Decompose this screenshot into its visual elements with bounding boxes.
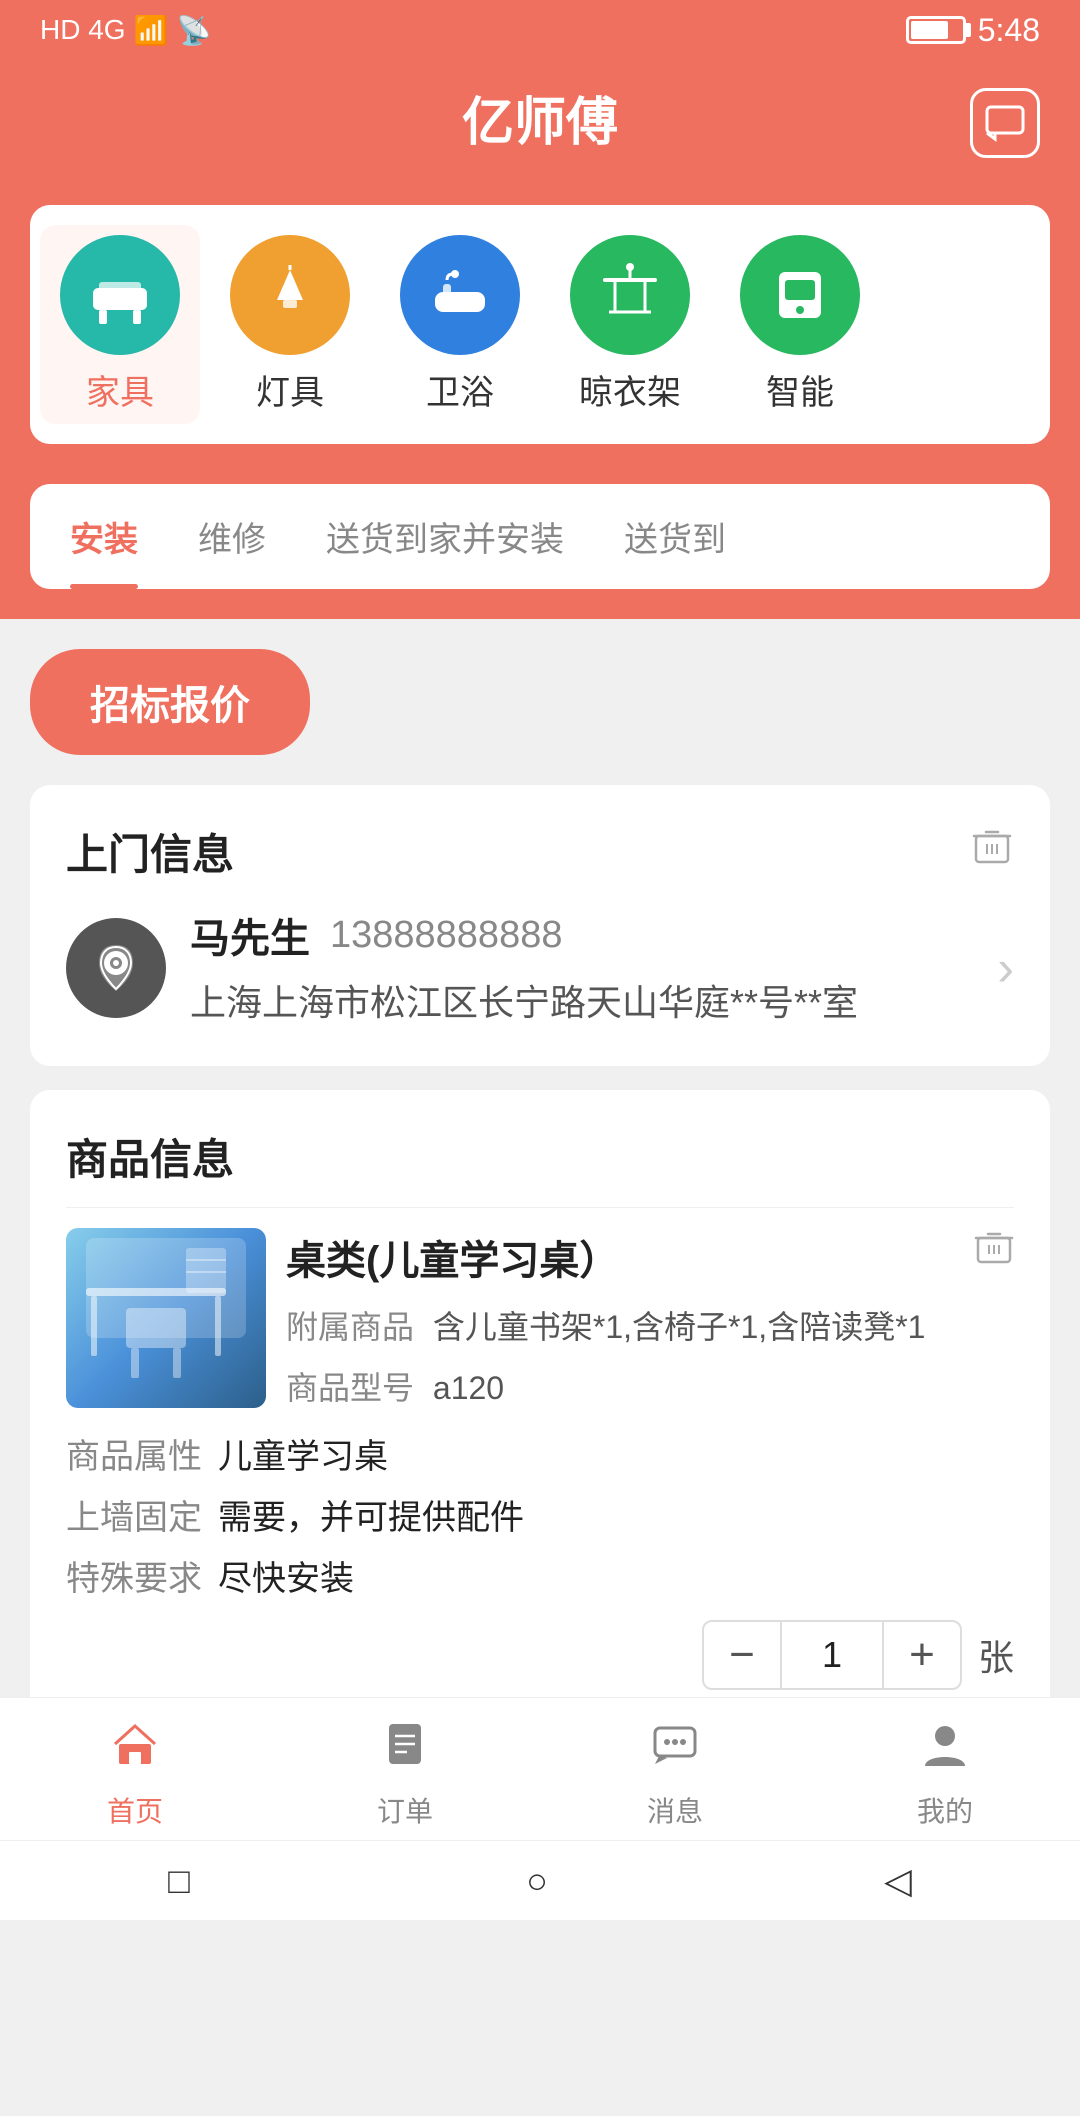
signal-icon: 📶	[134, 14, 169, 47]
product-item: 桌类(儿童学习桌）	[66, 1228, 1014, 1690]
address-phone: 13888888888	[330, 914, 562, 957]
category-scroll: 家具 灯具 卫浴	[30, 205, 1050, 444]
messages-nav-icon	[649, 1718, 701, 1782]
furniture-icon	[60, 235, 180, 355]
lighting-label: 灯具	[256, 365, 324, 414]
product-section-title: 商品信息	[66, 1126, 234, 1187]
service-tabs-section: 安装 维修 送货到家并安装 送货到	[0, 484, 1080, 619]
tabs-container: 安装 维修 送货到家并安装 送货到	[30, 484, 1050, 589]
status-right: 5:48	[906, 12, 1040, 49]
attribute-label: 商品属性	[66, 1429, 202, 1478]
app-header: 亿师傅	[0, 60, 1080, 185]
nav-back-button[interactable]: ◁	[884, 1860, 912, 1902]
address-row: 马先生 13888888888 上海上海市松江区长宁路天山华庭**号**室 ›	[66, 906, 1014, 1030]
lighting-icon	[230, 235, 350, 355]
quantity-increase-button[interactable]: +	[882, 1620, 962, 1690]
category-section: 家具 灯具 卫浴	[0, 185, 1080, 484]
drying-icon	[570, 235, 690, 355]
accessory-value: 含儿童书架*1,含椅子*1,含陪读凳*1	[433, 1309, 926, 1345]
orders-nav-label: 订单	[377, 1790, 433, 1830]
profile-nav-icon	[919, 1718, 971, 1782]
specialreq-value: 尽快安装	[218, 1551, 354, 1600]
address-arrow-icon[interactable]: ›	[997, 939, 1014, 997]
attr-row-attribute: 商品属性 儿童学习桌	[66, 1429, 1014, 1478]
bid-button[interactable]: 招标报价	[30, 649, 310, 755]
wifi-icon: 📡	[176, 14, 211, 47]
quantity-unit: 张	[978, 1629, 1014, 1681]
home-nav-icon	[109, 1718, 161, 1782]
address-card: 上门信息	[30, 785, 1050, 1066]
attribute-value: 儿童学习桌	[218, 1429, 388, 1478]
specialreq-label: 特殊要求	[66, 1551, 202, 1600]
tab-deliver-install[interactable]: 送货到家并安装	[296, 484, 594, 589]
tab-install[interactable]: 安装	[40, 484, 168, 589]
location-icon	[66, 918, 166, 1018]
product-name: 桌类(儿童学习桌）	[286, 1228, 619, 1286]
bathroom-icon	[400, 235, 520, 355]
quantity-decrease-button[interactable]: −	[702, 1620, 782, 1690]
product-delete-icon[interactable]	[974, 1228, 1014, 1279]
address-name: 马先生	[190, 906, 310, 964]
smart-icon	[740, 235, 860, 355]
furniture-label: 家具	[86, 365, 154, 414]
category-item-smart[interactable]: 智能	[720, 225, 880, 424]
model-label: 商品型号	[286, 1370, 414, 1406]
nav-item-messages[interactable]: 消息	[540, 1718, 810, 1830]
network-indicator: HD 4G	[40, 14, 126, 46]
address-info: 马先生 13888888888 上海上海市松江区长宁路天山华庭**号**室	[190, 906, 963, 1030]
nav-square-button[interactable]: □	[168, 1860, 190, 1902]
address-card-header: 上门信息	[66, 821, 1014, 882]
product-accessory: 附属商品 含儿童书架*1,含椅子*1,含陪读凳*1	[286, 1302, 1014, 1353]
product-model: 商品型号 a120	[286, 1363, 1014, 1409]
message-button[interactable]	[970, 88, 1040, 158]
attr-row-wallfixed: 上墙固定 需要，并可提供配件	[66, 1490, 1014, 1539]
product-row: 桌类(儿童学习桌）	[66, 1228, 1014, 1409]
status-bar: HD 4G 📶 📡 5:48	[0, 0, 1080, 60]
battery-icon	[906, 16, 966, 44]
accessory-label: 附属商品	[286, 1309, 414, 1345]
time-display: 5:48	[978, 12, 1040, 49]
category-item-bathroom[interactable]: 卫浴	[380, 225, 540, 424]
bathroom-label: 卫浴	[426, 365, 494, 414]
address-section-title: 上门信息	[66, 821, 234, 882]
product-attributes: 商品属性 儿童学习桌 上墙固定 需要，并可提供配件 特殊要求 尽快安装	[66, 1429, 1014, 1600]
tab-repair[interactable]: 维修	[168, 484, 296, 589]
quantity-display: 1	[782, 1620, 882, 1690]
messages-nav-label: 消息	[647, 1790, 703, 1830]
home-nav-label: 首页	[107, 1790, 163, 1830]
orders-nav-icon	[379, 1718, 431, 1782]
product-info: 桌类(儿童学习桌）	[286, 1228, 1014, 1409]
nav-circle-button[interactable]: ○	[526, 1860, 548, 1902]
address-delete-icon[interactable]	[970, 824, 1014, 879]
address-detail: 上海上海市松江区长宁路天山华庭**号**室	[190, 976, 963, 1030]
quantity-row: − 1 + 张	[66, 1620, 1014, 1690]
bottom-nav: 首页 订单 消息	[0, 1697, 1080, 1840]
wallfixed-label: 上墙固定	[66, 1490, 202, 1539]
drying-label: 晾衣架	[579, 365, 681, 414]
product-image	[66, 1228, 266, 1408]
nav-item-profile[interactable]: 我的	[810, 1718, 1080, 1830]
category-item-lighting[interactable]: 灯具	[210, 225, 370, 424]
nav-item-orders[interactable]: 订单	[270, 1718, 540, 1830]
category-item-drying[interactable]: 晾衣架	[550, 225, 710, 424]
app-title: 亿师傅	[462, 80, 618, 155]
smart-label: 智能	[766, 365, 834, 414]
product-card-header: 商品信息	[66, 1126, 1014, 1187]
tab-deliver[interactable]: 送货到	[594, 484, 756, 589]
system-nav: □ ○ ◁	[0, 1840, 1080, 1920]
attr-row-specialreq: 特殊要求 尽快安装	[66, 1551, 1014, 1600]
profile-nav-label: 我的	[917, 1790, 973, 1830]
status-left: HD 4G 📶 📡	[40, 14, 211, 47]
wallfixed-value: 需要，并可提供配件	[218, 1490, 524, 1539]
model-value: a120	[433, 1370, 504, 1406]
nav-item-home[interactable]: 首页	[0, 1718, 270, 1830]
address-name-phone: 马先生 13888888888	[190, 906, 963, 964]
category-item-furniture[interactable]: 家具	[40, 225, 200, 424]
